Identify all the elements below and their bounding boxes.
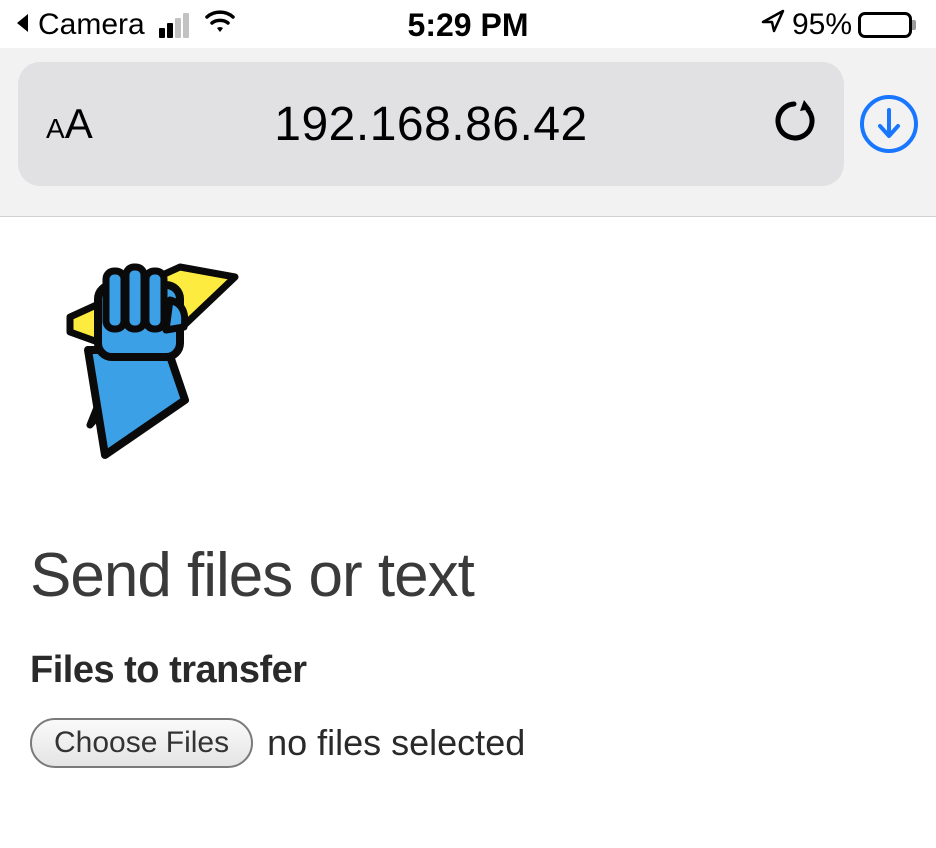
text-size-button[interactable]: AA xyxy=(46,100,93,148)
back-arrow-icon[interactable] xyxy=(14,12,30,38)
back-app-label[interactable]: Camera xyxy=(38,8,145,42)
address-text[interactable]: 192.168.86.42 xyxy=(274,97,587,152)
choose-files-button[interactable]: Choose Files xyxy=(30,718,253,768)
file-input-row: Choose Files no files selected xyxy=(30,718,906,768)
battery-icon xyxy=(858,12,916,38)
browser-toolbar: AA 192.168.86.42 xyxy=(0,48,936,217)
downloads-button[interactable] xyxy=(860,95,918,153)
battery-percent: 95% xyxy=(792,8,852,42)
files-subheading: Files to transfer xyxy=(30,649,906,692)
download-arrow-icon xyxy=(875,108,903,140)
signal-bars-icon xyxy=(159,13,189,38)
wifi-icon xyxy=(203,8,237,42)
fist-lightning-logo-icon xyxy=(60,255,240,465)
status-bar: Camera 5:29 PM 95% xyxy=(0,0,936,48)
page-content: Send files or text Files to transfer Cho… xyxy=(0,217,936,806)
status-bar-time: 5:29 PM xyxy=(408,7,529,44)
app-logo xyxy=(60,255,906,470)
page-heading: Send files or text xyxy=(30,540,906,611)
status-bar-right: 95% xyxy=(760,8,916,42)
status-bar-left: Camera xyxy=(14,8,237,42)
location-arrow-icon xyxy=(760,8,786,42)
address-bar[interactable]: AA 192.168.86.42 xyxy=(18,62,844,186)
reload-button[interactable] xyxy=(772,97,816,152)
file-selection-status: no files selected xyxy=(267,722,525,764)
